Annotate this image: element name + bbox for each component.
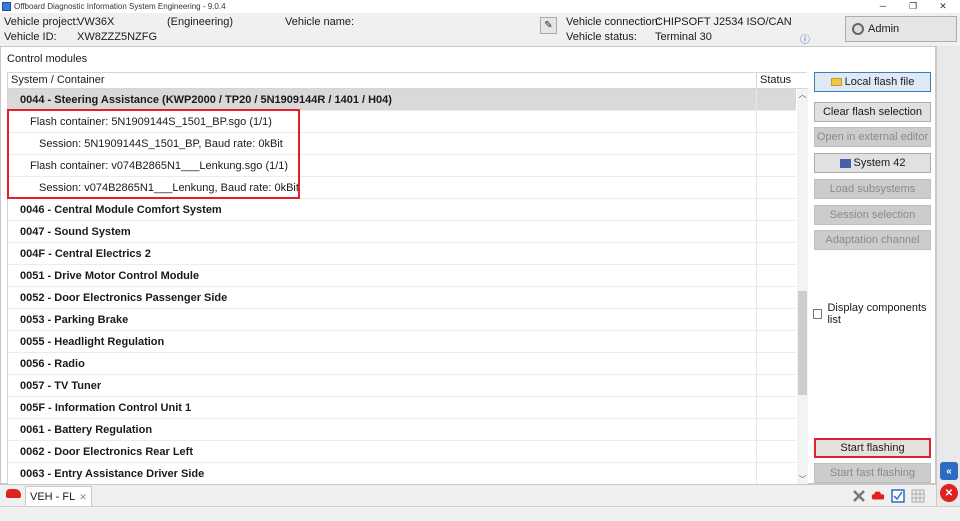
control-module-row[interactable]: 0063 - Entry Assistance Driver Side bbox=[8, 463, 796, 485]
display-components-checkbox[interactable] bbox=[813, 309, 823, 319]
right-side-strip: « ✕ bbox=[936, 46, 960, 506]
vehicle-status-value: Terminal 30 bbox=[655, 31, 712, 43]
control-module-row[interactable]: 0052 - Door Electronics Passenger Side bbox=[8, 287, 796, 309]
tools-icon[interactable] bbox=[852, 489, 866, 503]
control-module-row[interactable]: 004F - Central Electrics 2 bbox=[8, 243, 796, 265]
vehicle-name-label: Vehicle name: bbox=[285, 16, 355, 28]
start-fast-flashing-button[interactable]: Start fast flashing bbox=[814, 463, 931, 483]
control-module-row[interactable]: 0062 - Door Electronics Rear Left bbox=[8, 441, 796, 463]
window-title: Offboard Diagnostic Information System E… bbox=[14, 2, 226, 11]
display-components-option[interactable]: Display components list bbox=[813, 302, 935, 326]
vertical-scrollbar[interactable]: ︿ ﹀ bbox=[797, 89, 808, 485]
control-module-row[interactable]: 0061 - Battery Regulation bbox=[8, 419, 796, 441]
control-module-row[interactable]: 0057 - TV Tuner bbox=[8, 375, 796, 397]
bottom-tab-strip: VEH - FL ✕ bbox=[0, 484, 936, 506]
adaptation-channel-button[interactable]: Adaptation channel bbox=[814, 230, 931, 250]
vehicle-status-label: Vehicle status: bbox=[566, 31, 637, 43]
mode-label: (Engineering) bbox=[167, 16, 234, 28]
column-status[interactable]: Status bbox=[760, 74, 791, 86]
scroll-up-icon[interactable]: ︿ bbox=[797, 89, 808, 100]
control-module-row[interactable]: 0053 - Parking Brake bbox=[8, 309, 796, 331]
vehicle-id-label: Vehicle ID: bbox=[4, 31, 57, 43]
scroll-thumb[interactable] bbox=[798, 291, 807, 395]
vehicle-id-value: XW8ZZZ5NZFG bbox=[77, 31, 158, 43]
tab-label: VEH - FL bbox=[30, 490, 76, 503]
load-subsystems-button[interactable]: Load subsystems bbox=[814, 179, 931, 199]
grid-icon[interactable] bbox=[911, 489, 925, 503]
control-module-row[interactable]: 0051 - Drive Motor Control Module bbox=[8, 265, 796, 287]
admin-button[interactable]: Admin bbox=[845, 16, 957, 42]
minimize-button[interactable]: ─ bbox=[868, 0, 898, 13]
close-session-icon[interactable]: ✕ bbox=[940, 484, 958, 502]
vehicle-icon[interactable] bbox=[871, 489, 885, 503]
clear-flash-selection-button[interactable]: Clear flash selection bbox=[814, 102, 931, 122]
title-bar: Offboard Diagnostic Information System E… bbox=[0, 0, 960, 13]
maximize-button[interactable]: ❐ bbox=[898, 0, 928, 13]
vehicle-connection-value: CHIPSOFT J2534 ISO/CAN bbox=[655, 16, 792, 28]
system-icon bbox=[839, 158, 851, 168]
tab-close-icon[interactable]: ✕ bbox=[79, 487, 87, 507]
status-bar bbox=[0, 506, 960, 521]
display-components-label: Display components list bbox=[827, 302, 927, 326]
vehicle-project-label: Vehicle project: bbox=[4, 16, 79, 28]
control-module-row[interactable]: 0046 - Central Module Comfort System bbox=[8, 199, 796, 221]
local-flash-file-button[interactable]: Local flash file bbox=[814, 72, 931, 92]
collapse-left-icon[interactable]: « bbox=[940, 462, 958, 480]
car-icon[interactable] bbox=[6, 489, 21, 498]
info-icon[interactable]: ⓘ bbox=[800, 31, 810, 46]
control-module-row[interactable]: 0044 - Steering Assistance (KWP2000 / TP… bbox=[8, 89, 796, 111]
gear-icon bbox=[852, 23, 864, 35]
checklist-icon[interactable] bbox=[891, 489, 905, 503]
control-module-row[interactable]: 0056 - Radio bbox=[8, 353, 796, 375]
system42-button[interactable]: System 42 bbox=[814, 153, 931, 173]
edit-vehicle-name-icon[interactable]: ✎ bbox=[540, 17, 557, 34]
control-module-row[interactable]: 0047 - Sound System bbox=[8, 221, 796, 243]
folder-icon bbox=[830, 78, 842, 87]
vehicle-header: Vehicle project: VW36X (Engineering) Veh… bbox=[0, 13, 960, 46]
app-icon bbox=[2, 2, 11, 11]
flash-container-highlight bbox=[7, 109, 300, 199]
panel-title: Control modules bbox=[7, 53, 88, 65]
start-flashing-button[interactable]: Start flashing bbox=[814, 438, 931, 458]
open-external-editor-button[interactable]: Open in external editor bbox=[814, 127, 931, 147]
close-window-button[interactable]: ✕ bbox=[928, 0, 958, 13]
control-module-row[interactable]: 0055 - Headlight Regulation bbox=[8, 331, 796, 353]
control-module-row[interactable]: 005F - Information Control Unit 1 bbox=[8, 397, 796, 419]
table-header: System / Container Status bbox=[8, 73, 808, 89]
session-selection-button[interactable]: Session selection bbox=[814, 205, 931, 225]
column-system-container[interactable]: System / Container bbox=[11, 74, 105, 86]
tab-veh-fl[interactable]: VEH - FL ✕ bbox=[25, 486, 92, 506]
admin-label: Admin bbox=[868, 23, 900, 35]
vehicle-project-value: VW36X bbox=[77, 16, 115, 28]
vehicle-connection-label: Vehicle connection: bbox=[566, 16, 661, 28]
